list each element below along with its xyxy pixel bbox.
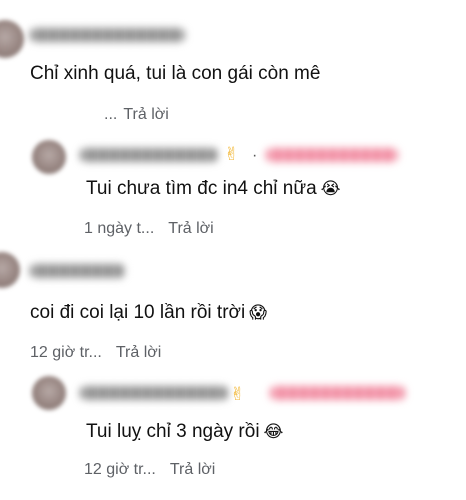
comment-text: Tui luỵ chỉ 3 ngày rồi 😂 bbox=[86, 420, 283, 444]
laughing-face-icon: 😂 bbox=[263, 422, 284, 441]
comment-text-content: Chỉ xinh quá, tui là con gái còn mê bbox=[30, 63, 321, 84]
avatar[interactable] bbox=[0, 252, 20, 288]
avatar[interactable] bbox=[0, 20, 24, 58]
commenter-name-blurred[interactable] bbox=[80, 148, 218, 162]
reply-button[interactable]: Trả lời bbox=[123, 106, 168, 123]
comment-time: 1 ngày t... bbox=[84, 220, 155, 237]
comment-text-content: coi đi coi lại 10 lần rồi trời bbox=[30, 302, 246, 323]
comment-text: Tui chưa tìm đc in4 chỉ nữa 😭 bbox=[86, 177, 341, 201]
reply-button[interactable]: Trả lời bbox=[170, 461, 215, 478]
comment-meta: 1 ngày t... Trả lời bbox=[84, 219, 214, 239]
victory-hand-icon: ✌ bbox=[230, 384, 246, 404]
commenter-name-blurred[interactable] bbox=[30, 28, 185, 42]
comment-text: coi đi coi lại 10 lần rồi trời 😱 bbox=[30, 301, 267, 325]
comment-meta: ... Trả lời bbox=[104, 105, 169, 125]
reply-button[interactable]: Trả lời bbox=[116, 344, 161, 361]
commenter-name-blurred[interactable] bbox=[80, 386, 228, 400]
avatar[interactable] bbox=[32, 140, 66, 174]
commenter-name-blurred[interactable] bbox=[30, 264, 125, 278]
separator-dot: · bbox=[252, 147, 258, 164]
comment-text-content: Tui luỵ chỉ 3 ngày rồi bbox=[86, 421, 260, 442]
comment-text: Chỉ xinh quá, tui là con gái còn mê bbox=[30, 62, 320, 86]
secondary-name-blurred[interactable] bbox=[266, 148, 398, 162]
comment-time: 12 giờ tr... bbox=[84, 461, 156, 478]
comment-text-content: Tui chưa tìm đc in4 chỉ nữa bbox=[86, 178, 317, 199]
comment-meta: 12 giờ tr... Trả lời bbox=[84, 460, 215, 480]
crying-face-icon: 😭 bbox=[320, 179, 341, 198]
avatar[interactable] bbox=[32, 376, 66, 410]
secondary-name-blurred[interactable] bbox=[270, 386, 405, 400]
screaming-face-icon: 😱 bbox=[249, 303, 267, 322]
victory-hand-icon: ✌ bbox=[224, 144, 240, 164]
comment-time: ... bbox=[104, 106, 118, 123]
reply-button[interactable]: Trả lời bbox=[168, 220, 213, 237]
comment-meta: 12 giờ tr... Trả lời bbox=[30, 343, 161, 363]
comment-time: 12 giờ tr... bbox=[30, 344, 102, 361]
